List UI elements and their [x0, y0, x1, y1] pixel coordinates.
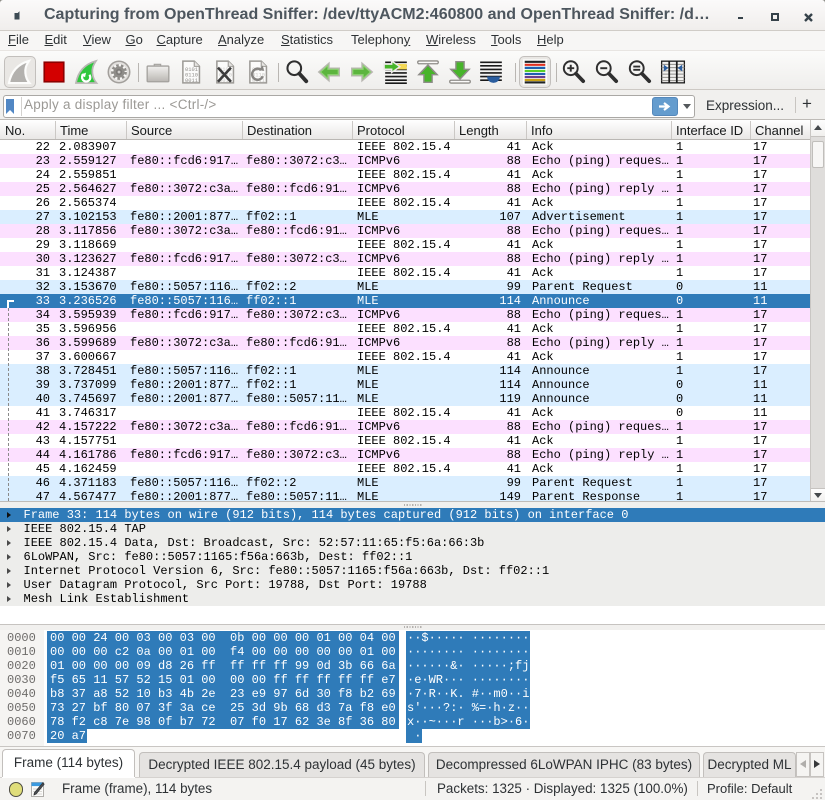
svg-text:0011: 0011: [185, 77, 198, 84]
